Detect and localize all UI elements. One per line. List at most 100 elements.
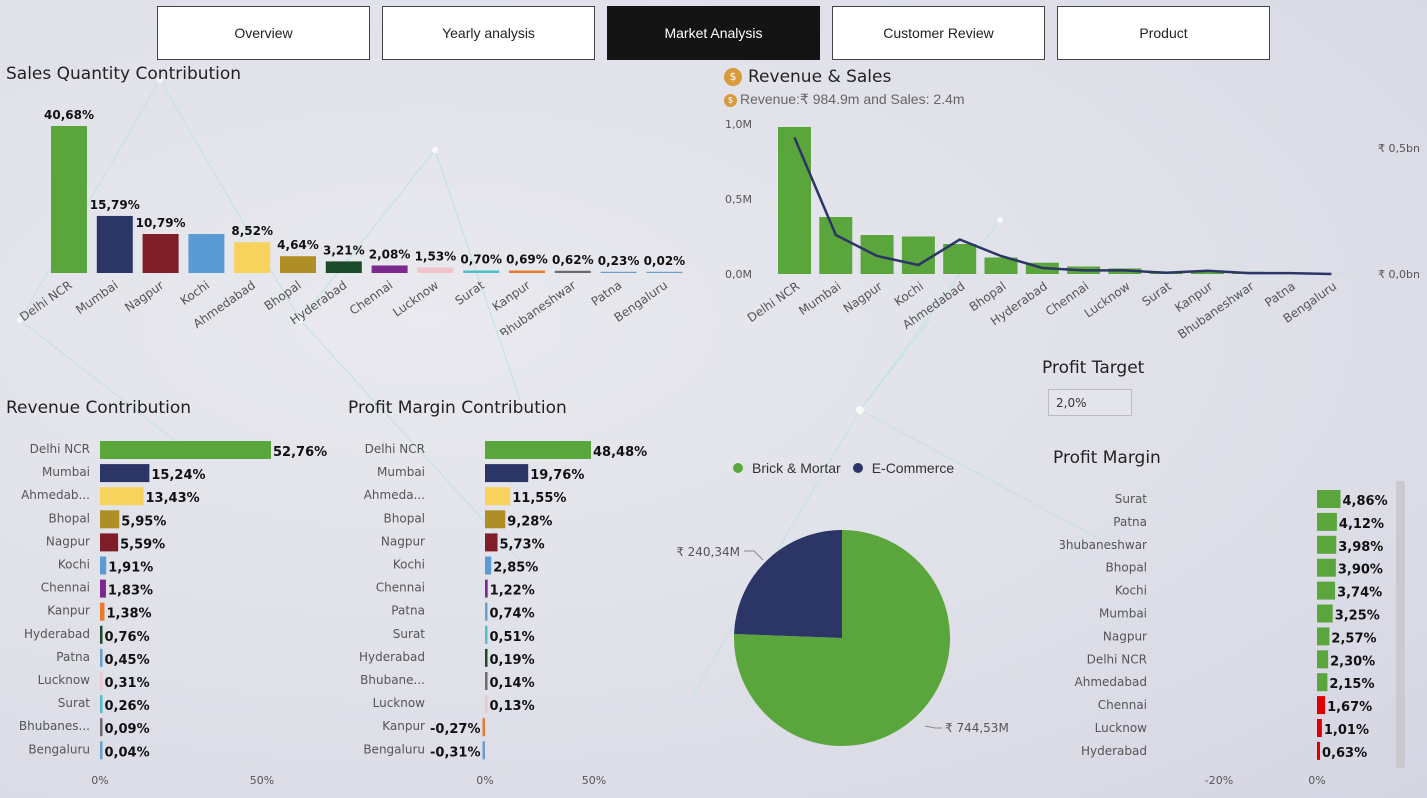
profit-margin-category-label: Lucknow [1095,721,1148,735]
pie-slice [734,530,842,638]
pie-leader-line [924,725,942,729]
profit-target-input[interactable]: 2,0% [1048,389,1132,416]
profit-margin-bar [1317,604,1333,623]
channel-legend: Brick & Mortar E-Commerce [733,460,954,476]
pm-contrib-category-label: Surat [393,627,426,641]
pm-contrib-category-label: Nagpur [381,534,425,548]
sales-qty-bar [509,270,545,273]
profit-margin-data-label: 1,01% [1324,723,1369,738]
rev-contrib-data-label: 15,24% [151,468,205,483]
rev-contrib-data-label: 1,38% [106,607,151,622]
rev-sales-category-label: Lucknow [1082,279,1133,321]
profit-margin-bar [1317,673,1328,692]
rev-contrib-bar [100,718,103,737]
profit-margin-scrollbar[interactable] [1396,481,1405,768]
revenue-sales-title-text: Revenue & Sales [748,67,892,87]
revenue-contribution-chart: Delhi NCR 52,76% Mumbai 15,24% Ahmedab... 13,… [19,441,327,787]
sales-qty-category-label: Mumbai [73,278,120,317]
pm-contrib-bar [485,464,529,483]
pm-contrib-category-label: Bhubane... [360,673,425,687]
profit-margin-title: Profit Margin [1053,448,1161,468]
pm-contrib-bar [485,695,488,714]
sales-qty-data-label: 3,21% [323,243,365,257]
rev-contrib-bar [100,533,119,552]
rev-contrib-bar [100,648,103,667]
rev-sales-category-label: Nagpur [841,279,885,316]
sales-qty-category-label: Lucknow [390,278,441,320]
tab-overview[interactable]: Overview [157,6,370,60]
pm-contrib-data-label: 0,19% [490,653,535,668]
rev-contrib-axis-tick: 0% [91,774,108,787]
profit-margin-data-label: 4,12% [1339,517,1384,532]
rev-contrib-bar [100,579,106,598]
tab-product[interactable]: Product [1057,6,1270,60]
sales-qty-bar [554,270,591,273]
rev-contrib-data-label: 0,45% [105,653,150,668]
revenue-sales-chart: 1,0M 0,5M 0,0M ₹ 0,5bn ₹ 0,0bn Delhi NCRMumba… [725,118,1420,340]
sales-qty-data-label: 0,02% [644,254,686,268]
tab-yearly-analysis[interactable]: Yearly analysis [382,6,595,60]
legend-ecom-swatch [852,463,863,473]
rev-contrib-category-label: Hyderabad [24,627,90,641]
pm-contrib-data-label: 11,55% [512,491,566,506]
sales-qty-bar [371,265,408,273]
profit-margin-category-label: Nagpur [1103,629,1147,643]
profit-margin-category-label: Surat [1115,492,1148,506]
rev-sales-left-tick: 0,0M [725,268,752,281]
revenue-sales-subtitle: $ Revenue:₹ 984.9m and Sales: 2.4m [724,91,965,108]
rev-sales-right-tick: ₹ 0,0bn [1378,268,1420,281]
rev-contrib-data-label: 0,26% [105,699,150,714]
pm-contrib-bar [485,510,506,529]
pm-contrib-bar [485,441,591,459]
pm-contrib-bar [485,672,488,690]
rev-sales-bar [943,244,977,274]
profit-margin-category-label: Delhi NCR [1087,652,1147,666]
pie-slice-label: ₹ 744,53M [945,721,1009,735]
rev-sales-left-tick: 0,5M [725,193,752,206]
profit-margin-data-label: 4,86% [1343,494,1388,509]
profit-target-title: Profit Target [1042,358,1145,378]
rev-contrib-category-label: Chennai [41,581,90,595]
sales-qty-bar [325,261,362,273]
sales-qty-category-label: Chennai [347,278,395,318]
sales-qty-bar [142,234,179,273]
sales-qty-data-label: 0,69% [506,253,548,267]
rev-contrib-category-label: Bengaluru [28,742,90,756]
rev-contrib-bar [100,695,103,714]
sales-qty-data-label: 2,08% [369,247,411,261]
rev-sales-category-label: Surat [1139,279,1174,309]
legend-brick-label: Brick & Mortar [752,460,841,476]
rev-contrib-data-label: 1,91% [108,561,153,576]
sales-qty-category-label: Bhubaneshwar [497,278,578,335]
pm-contrib-category-label: Lucknow [373,696,426,710]
rev-sales-right-tick: ₹ 0,5bn [1378,142,1420,155]
sales-qty-data-label: 0,62% [552,253,594,267]
tab-market-analysis[interactable]: Market Analysis [607,6,820,60]
tab-customer-review[interactable]: Customer Review [832,6,1045,60]
profit-margin-contribution-title: Profit Margin Contribution [348,398,567,418]
sales-qty-data-label: 0,23% [598,254,640,268]
pm-contrib-data-label: 48,48% [593,445,647,460]
sales-qty-bar [280,256,316,273]
pie-slice-label: ₹ 240,34M [676,545,740,559]
pm-contrib-data-label: 5,73% [500,537,545,552]
pm-contrib-bar [485,533,498,552]
sales-qty-bar [234,242,271,273]
rev-contrib-data-label: 1,83% [108,584,153,599]
pie-leader-line [744,550,764,561]
sales-qty-data-label: 0,70% [460,252,502,266]
sales-qty-bar [600,271,637,273]
sales-qty-data-label: 4,64% [277,238,319,252]
sales-quantity-chart: 40,68% Delhi NCR 15,79% Mumbai 10,79% Nagpur K… [17,108,686,335]
profit-margin-axis-tick: -20% [1205,774,1233,787]
profit-margin-data-label: 1,67% [1327,700,1372,715]
revenue-sales-subtitle-text: Revenue:₹ 984.9m and Sales: 2.4m [740,91,965,107]
rev-contrib-bar [100,625,103,644]
profit-margin-bar [1317,512,1337,531]
rev-contrib-axis-tick: 50% [250,774,274,787]
legend-brick-swatch [733,463,743,473]
pm-contrib-bar [485,625,488,644]
money-bag-icon: $ [724,68,742,86]
profit-margin-data-label: 2,30% [1330,654,1375,669]
rev-contrib-data-label: 0,31% [105,676,150,691]
